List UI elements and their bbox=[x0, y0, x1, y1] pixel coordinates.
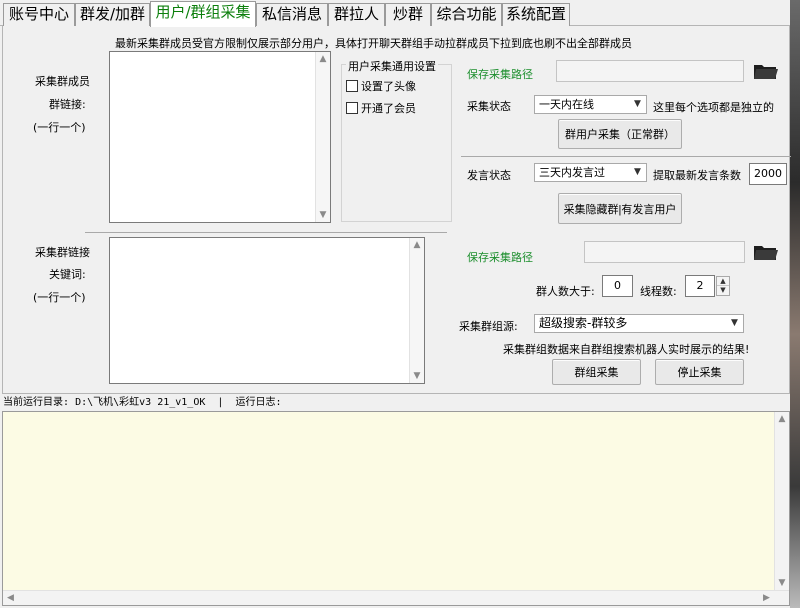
member-collect-notice: 最新采集群成员受官方限制仅展示部分用户，具体打开聊天群组手动拉群成员下拉到底也刷… bbox=[115, 37, 632, 50]
run-log-label: 运行日志: bbox=[235, 397, 282, 408]
group-keywords-textarea[interactable]: ▲ ▼ bbox=[109, 237, 425, 384]
collect-source-note: 采集群组数据来自群组搜索机器人实时展示的结果! bbox=[503, 343, 750, 356]
chevron-down-icon: ▼ bbox=[634, 99, 641, 109]
group-links-label-1: 采集群链接 bbox=[35, 246, 90, 259]
log-vertical-scrollbar[interactable]: ▲ ▼ bbox=[774, 412, 789, 590]
premium-checkbox-label: 开通了会员 bbox=[361, 102, 416, 115]
run-log-textarea[interactable]: ▲ ▼ ◀ ▶ bbox=[2, 411, 790, 606]
log-horizontal-scrollbar[interactable]: ◀ ▶ bbox=[3, 590, 789, 605]
status-independent-note: 这里每个选项都是独立的 bbox=[653, 101, 774, 114]
scroll-up-icon[interactable]: ▲ bbox=[775, 412, 789, 426]
collect-panel: 最新采集群成员受官方限制仅展示部分用户，具体打开聊天群组手动拉群成员下拉到底也刷… bbox=[2, 26, 791, 394]
members-greater-input[interactable]: 0 bbox=[602, 275, 633, 297]
status-separator: | bbox=[217, 397, 224, 408]
stop-collect-button[interactable]: 停止采集 bbox=[655, 359, 744, 385]
scroll-right-icon[interactable]: ▶ bbox=[759, 591, 774, 605]
member-links-label-1: 采集群成员 bbox=[35, 75, 90, 88]
members-greater-label: 群人数大于: bbox=[536, 285, 595, 298]
group-collect-button[interactable]: 群组采集 bbox=[552, 359, 641, 385]
member-group-links-textarea[interactable]: ▲ ▼ bbox=[109, 51, 331, 223]
group-folder-icon[interactable] bbox=[753, 242, 779, 262]
chevron-down-icon: ▼ bbox=[634, 167, 641, 177]
scroll-down-icon[interactable]: ▼ bbox=[410, 369, 424, 383]
tab-general-functions[interactable]: 综合功能 bbox=[431, 3, 502, 26]
member-section-divider bbox=[461, 156, 791, 157]
scroll-up-icon[interactable]: ▲ bbox=[316, 52, 330, 66]
avatar-checkbox-label: 设置了头像 bbox=[361, 80, 416, 93]
scroll-left-icon[interactable]: ◀ bbox=[3, 591, 18, 605]
run-dir-label: 当前运行目录: bbox=[3, 397, 70, 408]
tab-private-messages[interactable]: 私信消息 bbox=[256, 3, 328, 26]
scroll-down-icon[interactable]: ▼ bbox=[775, 576, 789, 590]
member-links-label-2: 群链接: bbox=[49, 98, 86, 111]
speech-status-label: 发言状态 bbox=[467, 169, 511, 182]
member-checkbox-row[interactable]: 开通了会员 bbox=[346, 100, 416, 116]
speech-status-select[interactable]: 三天内发言过 ▼ bbox=[534, 163, 647, 182]
tab-group-pull[interactable]: 群拉人 bbox=[328, 3, 385, 26]
group-textarea-scrollbar[interactable]: ▲ ▼ bbox=[409, 238, 424, 383]
member-textarea-scrollbar[interactable]: ▲ ▼ bbox=[315, 52, 330, 222]
threads-stepper[interactable]: ▲ ▼ bbox=[716, 276, 730, 296]
user-collect-settings-title: 用户采集通用设置 bbox=[346, 58, 438, 74]
tab-group-hype[interactable]: 炒群 bbox=[385, 3, 431, 26]
threads-label: 线程数: bbox=[640, 285, 677, 298]
group-links-label-3: (一行一个) bbox=[33, 291, 86, 304]
fetch-count-label: 提取最新发言条数 bbox=[653, 169, 741, 182]
speech-status-value: 三天内发言过 bbox=[539, 166, 605, 179]
group-save-path-label: 保存采集路径 bbox=[467, 251, 533, 264]
member-save-path-label: 保存采集路径 bbox=[467, 68, 533, 81]
section-divider bbox=[85, 232, 447, 233]
stepper-up-icon[interactable]: ▲ bbox=[717, 277, 729, 286]
group-links-label-2: 关键词: bbox=[49, 268, 86, 281]
collect-status-select[interactable]: 一天内在线 ▼ bbox=[534, 95, 647, 114]
hidden-group-collect-button[interactable]: 采集隐藏群|有发言用户 bbox=[558, 193, 682, 224]
group-user-collect-button[interactable]: 群用户采集（正常群） bbox=[558, 119, 682, 149]
fetch-count-input[interactable]: 2000 bbox=[749, 163, 787, 185]
background-window-edge bbox=[790, 0, 800, 608]
avatar-checkbox[interactable] bbox=[346, 80, 358, 92]
member-links-label-3: (一行一个) bbox=[33, 121, 86, 134]
tab-user-group-collect[interactable]: 用户/群组采集 bbox=[150, 1, 256, 27]
member-save-path-field[interactable] bbox=[556, 60, 744, 82]
premium-checkbox[interactable] bbox=[346, 102, 358, 114]
member-folder-icon[interactable] bbox=[753, 61, 779, 81]
threads-input[interactable]: 2 bbox=[685, 275, 715, 297]
tab-broadcast-join[interactable]: 群发/加群 bbox=[75, 3, 150, 26]
stepper-down-icon[interactable]: ▼ bbox=[717, 286, 729, 295]
tab-account-center[interactable]: 账号中心 bbox=[3, 3, 75, 26]
chevron-down-icon: ▼ bbox=[731, 318, 738, 328]
collect-source-value: 超级搜索-群较多 bbox=[539, 316, 628, 330]
collect-source-select[interactable]: 超级搜索-群较多 ▼ bbox=[534, 314, 744, 333]
tab-strip: 账号中心 群发/加群 用户/群组采集 私信消息 群拉人 炒群 综合功能 系统配置 bbox=[0, 0, 790, 27]
group-save-path-field[interactable] bbox=[584, 241, 745, 263]
avatar-checkbox-row[interactable]: 设置了头像 bbox=[346, 78, 416, 94]
collect-status-value: 一天内在线 bbox=[539, 98, 594, 111]
collect-status-label: 采集状态 bbox=[467, 100, 511, 113]
tab-system-config[interactable]: 系统配置 bbox=[502, 3, 570, 26]
scroll-up-icon[interactable]: ▲ bbox=[410, 238, 424, 252]
scroll-down-icon[interactable]: ▼ bbox=[316, 208, 330, 222]
collect-source-label: 采集群组源: bbox=[459, 320, 518, 333]
run-dir-value: D:\飞机\彩虹v3 21_v1_OK bbox=[75, 397, 206, 408]
status-line: 当前运行目录: D:\飞机\彩虹v3 21_v1_OK | 运行日志: bbox=[0, 396, 790, 410]
